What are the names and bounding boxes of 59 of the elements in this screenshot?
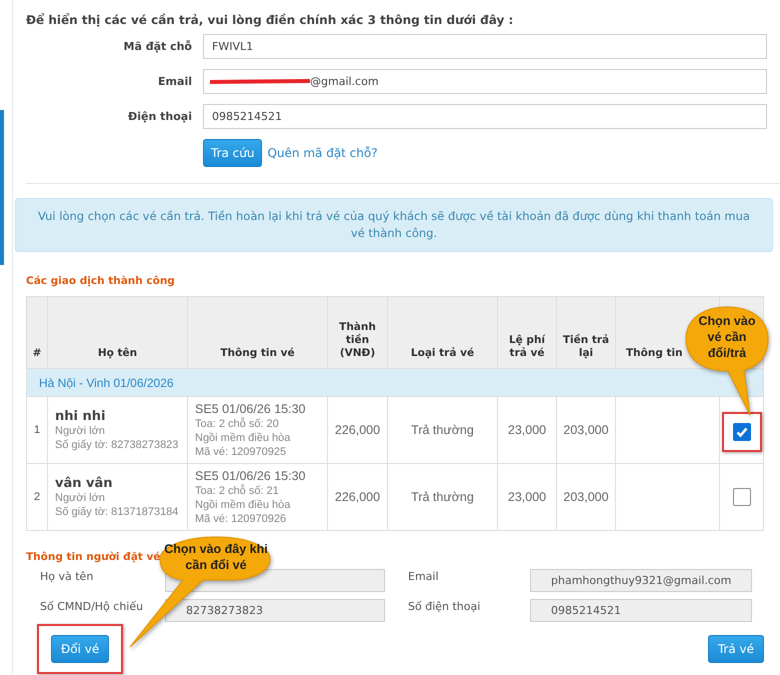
- column-header: #: [32, 347, 42, 359]
- column-header: Họ tên: [98, 347, 138, 359]
- ticket-code: Mã vé: 120970925: [195, 444, 288, 458]
- field-label: Họ và tên: [40, 570, 94, 583]
- return-button[interactable]: Trả vé: [708, 635, 764, 663]
- exchange-button[interactable]: Đổi vé: [51, 635, 110, 663]
- field-label: Điện thoại: [127, 110, 192, 123]
- column-header: Thông tin: [626, 347, 683, 359]
- instructions-heading: Để hiển thị các vé cần trả, vui lòng điền chính xác 3 thông tin dưới đây :: [26, 13, 514, 27]
- passenger-name: nhi nhi: [55, 408, 106, 424]
- checkbox[interactable]: [732, 423, 750, 441]
- notice-message: Vui lòng chọn các vé cần trả. Tiền hoàn lại khi trả vé của quý khách sẽ được về tài khoản đã được dùng khi thanh toán mua vé thành công.: [15, 198, 773, 252]
- readonly-field: phamhongthuy9321@gmail.com: [530, 569, 752, 592]
- table-cell: Trả thường: [411, 490, 474, 504]
- callout-text: Chọn vào vé cần đổi/trả: [698, 313, 756, 361]
- table-cell: 226,000: [334, 423, 380, 437]
- passenger-type: Người lớn: [55, 424, 106, 438]
- input-field[interactable]: FWIVL1: [203, 34, 767, 59]
- table-cell: 203,000: [563, 490, 609, 504]
- id-number: Số giấy tờ: 81371873184: [55, 504, 180, 518]
- column-header: Loại trả vé: [410, 347, 474, 359]
- column-header: Lệ phí trả vé: [508, 334, 546, 359]
- seat-info: Toa: 2 chỗ số: 21: [195, 484, 280, 498]
- readonly-field: 0985214521: [530, 599, 752, 622]
- readonly-field: 82738273823: [165, 599, 385, 622]
- ticket-code: Mã vé: 120970926: [195, 512, 288, 526]
- table-cell: 203,000: [563, 423, 609, 437]
- checkmark-icon: [734, 425, 748, 439]
- column-header: Thành tiền (VNĐ): [339, 321, 376, 359]
- input-field[interactable]: @gmail.com: [203, 69, 767, 94]
- checkbox[interactable]: [732, 488, 750, 506]
- train-info: SE5 01/06/26 15:30: [195, 402, 307, 416]
- section-title: Các giao dịch thành công: [26, 275, 176, 287]
- field-label: Email: [407, 570, 440, 583]
- table-cell: 23,000: [508, 423, 546, 437]
- column-header: Tiền trả lại: [562, 334, 610, 359]
- train-info: SE5 01/06/26 15:30: [195, 468, 307, 484]
- id-number: Số giấy tờ: 82738273823: [55, 438, 180, 452]
- search-button[interactable]: Tra cứu: [203, 139, 262, 167]
- table-cell: Trả thường: [411, 423, 474, 437]
- passenger-type: Người lớn: [55, 490, 106, 504]
- field-label: Email: [157, 75, 192, 88]
- field-label: Số CMND/Hộ chiếu: [40, 600, 144, 613]
- section-title: Thông tin người đặt vé: [26, 551, 162, 563]
- table-cell: 23,000: [508, 490, 546, 504]
- seat-type: Ngồi mềm điều hòa: [195, 498, 292, 512]
- field-label: Mã đặt chỗ: [122, 40, 192, 53]
- route-heading: Hà Nội - Vinh 01/06/2026: [39, 376, 174, 390]
- seat-info: Toa: 2 chỗ số: 20: [195, 416, 280, 430]
- callout-text: Chọn vào đây khi cần đổi vé: [164, 541, 268, 573]
- table-cell: 226,000: [334, 490, 380, 504]
- column-header: Thông tin vé: [220, 347, 295, 359]
- passenger-name: vân vân: [55, 476, 114, 490]
- seat-type: Ngồi mềm điều hòa: [195, 430, 292, 444]
- forgot-code-link[interactable]: Quên mã đặt chỗ?: [267, 146, 378, 160]
- field-label: Số điện thoại: [407, 600, 482, 613]
- row-number: 1: [34, 424, 40, 436]
- row-number: 2: [34, 491, 40, 503]
- input-field[interactable]: 0985214521: [203, 104, 767, 129]
